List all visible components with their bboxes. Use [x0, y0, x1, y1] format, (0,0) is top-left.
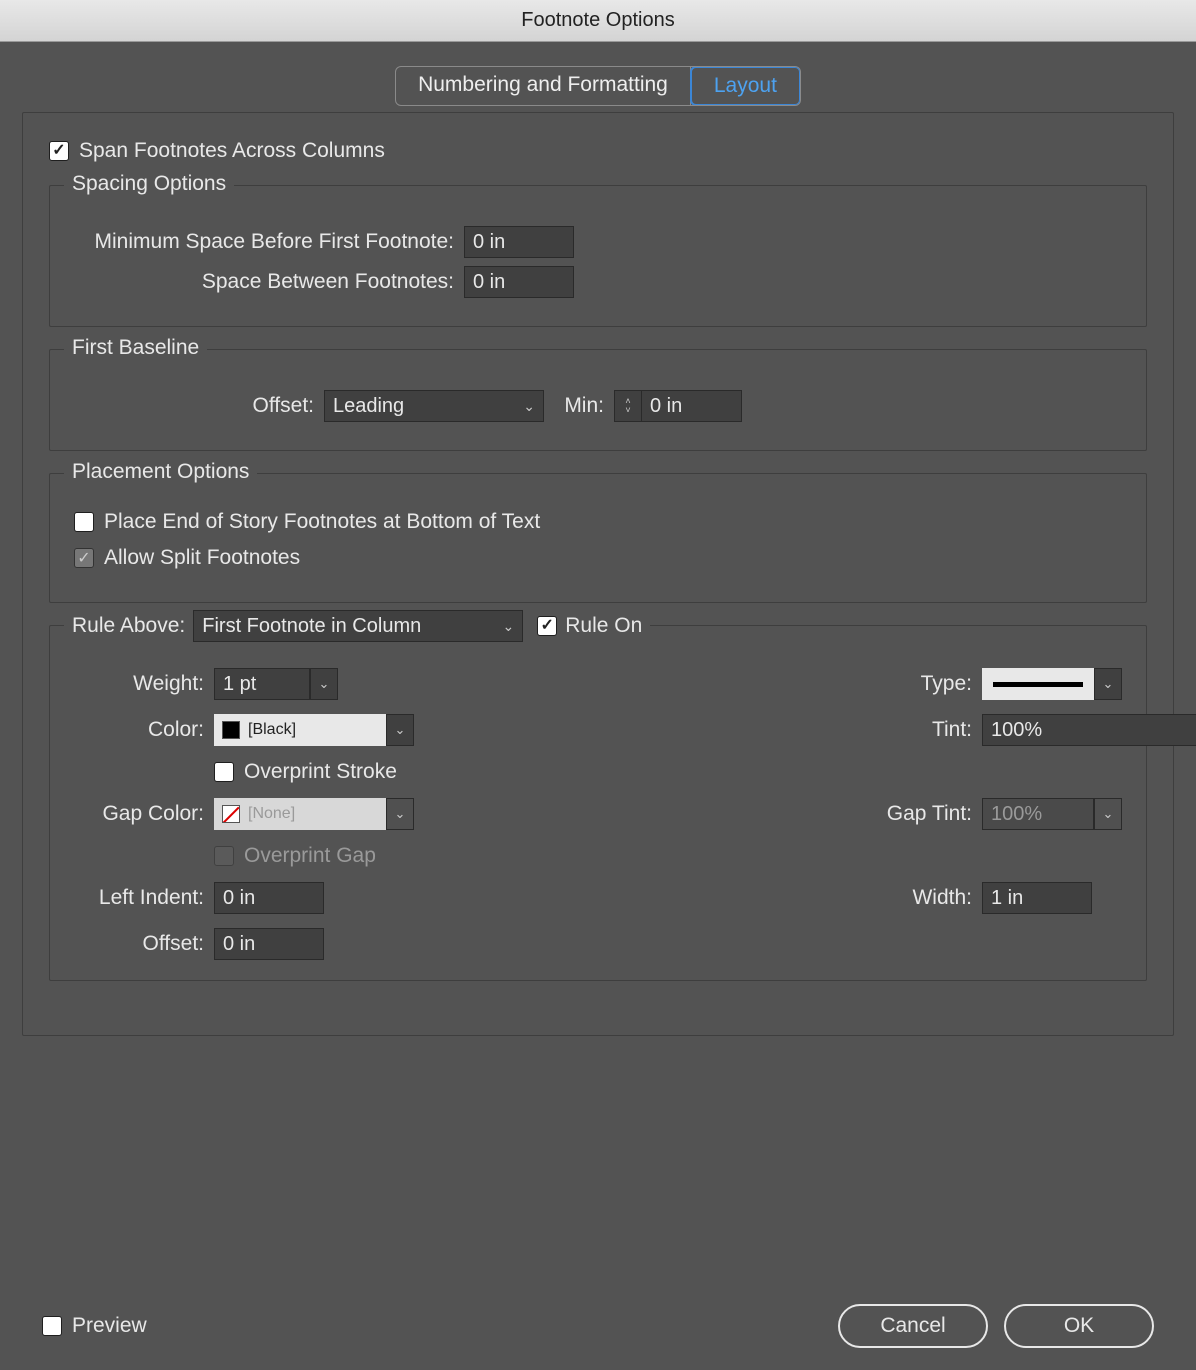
allow-split-label: Allow Split Footnotes	[104, 546, 300, 570]
rule-above-label: Rule Above:	[72, 614, 185, 638]
rule-above-select[interactable]: First Footnote in Column ⌄	[193, 610, 523, 642]
between-label: Space Between Footnotes:	[74, 270, 464, 294]
rule-offset-input[interactable]	[214, 928, 324, 960]
weight-label: Weight:	[74, 672, 214, 696]
overprint-stroke-checkbox[interactable]	[214, 762, 234, 782]
weight-dropdown[interactable]: ⌄	[310, 668, 338, 700]
gap-color-value: [None]	[248, 805, 295, 823]
spacing-group: Spacing Options Minimum Space Before Fir…	[49, 185, 1147, 327]
first-baseline-title: First Baseline	[64, 336, 207, 360]
dialog-body: Numbering and Formatting Layout Span Foo…	[0, 42, 1196, 1370]
color-dropdown[interactable]: ⌄	[386, 714, 414, 746]
overprint-gap-label: Overprint Gap	[244, 844, 376, 868]
min-before-input[interactable]	[464, 226, 574, 258]
end-of-story-label: Place End of Story Footnotes at Bottom o…	[104, 510, 540, 534]
preview-checkbox[interactable]	[42, 1316, 62, 1336]
first-baseline-group: First Baseline Offset: Leading ⌄ Min: ˄ …	[49, 349, 1147, 451]
tab-numbering[interactable]: Numbering and Formatting	[396, 67, 691, 105]
overprint-gap-checkbox	[214, 846, 234, 866]
width-input[interactable]	[982, 882, 1092, 914]
gap-color-label: Gap Color:	[74, 802, 214, 826]
rule-group: Rule Above: First Footnote in Column ⌄ R…	[49, 625, 1147, 981]
left-indent-input[interactable]	[214, 882, 324, 914]
rule-above-value: First Footnote in Column	[202, 615, 421, 638]
offset-select[interactable]: Leading ⌄	[324, 390, 544, 422]
min-input[interactable]	[642, 390, 742, 422]
ok-button[interactable]: OK	[1004, 1304, 1154, 1348]
gap-tint-dropdown: ⌄	[1094, 798, 1122, 830]
min-label: Min:	[544, 394, 614, 418]
tint-label: Tint:	[872, 718, 982, 742]
dialog-title: Footnote Options	[0, 0, 1196, 42]
rule-on-label: Rule On	[565, 614, 642, 638]
layout-panel: Span Footnotes Across Columns Spacing Op…	[22, 112, 1174, 1036]
tab-layout[interactable]: Layout	[690, 66, 801, 106]
chevron-down-icon: ⌄	[503, 618, 515, 635]
overprint-stroke-label: Overprint Stroke	[244, 760, 397, 784]
preview-label: Preview	[72, 1314, 147, 1338]
gap-color-swatch[interactable]: [None]	[214, 798, 386, 830]
gap-color-dropdown[interactable]: ⌄	[386, 798, 414, 830]
span-columns-label: Span Footnotes Across Columns	[79, 139, 385, 163]
weight-input[interactable]	[214, 668, 310, 700]
tabs: Numbering and Formatting Layout	[22, 66, 1174, 106]
type-swatch[interactable]	[982, 668, 1094, 700]
placement-group: Placement Options Place End of Story Foo…	[49, 473, 1147, 603]
chevron-down-icon: ⌄	[395, 806, 406, 822]
allow-split-checkbox[interactable]	[74, 548, 94, 568]
chevron-down-icon: ⌄	[1103, 806, 1114, 822]
type-label: Type:	[872, 672, 982, 696]
placement-title: Placement Options	[64, 460, 257, 484]
black-swatch-icon	[222, 721, 240, 739]
offset-label: Offset:	[74, 394, 324, 418]
chevron-down-icon: ⌄	[523, 398, 535, 415]
dialog-footer: Preview Cancel OK	[42, 1304, 1154, 1348]
spacing-title: Spacing Options	[64, 172, 234, 196]
chevron-down-icon: ⌄	[319, 676, 330, 692]
width-label: Width:	[872, 886, 982, 910]
gap-tint-label: Gap Tint:	[872, 802, 982, 826]
chevron-down-icon: ˅	[625, 406, 630, 415]
chevron-down-icon: ⌄	[395, 722, 406, 738]
tint-input[interactable]	[982, 714, 1196, 746]
min-stepper[interactable]: ˄ ˅	[614, 390, 642, 422]
min-before-label: Minimum Space Before First Footnote:	[74, 230, 464, 254]
gap-tint-input: 100%	[982, 798, 1094, 830]
color-swatch[interactable]: [Black]	[214, 714, 386, 746]
type-dropdown[interactable]: ⌄	[1094, 668, 1122, 700]
color-label: Color:	[74, 718, 214, 742]
end-of-story-checkbox[interactable]	[74, 512, 94, 532]
span-columns-checkbox[interactable]	[49, 141, 69, 161]
solid-line-icon	[993, 682, 1083, 687]
rule-on-checkbox[interactable]	[537, 616, 557, 636]
cancel-button[interactable]: Cancel	[838, 1304, 988, 1348]
color-value: [Black]	[248, 721, 296, 739]
rule-offset-label: Offset:	[74, 932, 214, 956]
left-indent-label: Left Indent:	[74, 886, 214, 910]
gap-tint-value: 100%	[991, 803, 1042, 826]
between-input[interactable]	[464, 266, 574, 298]
chevron-down-icon: ⌄	[1103, 676, 1114, 692]
offset-value: Leading	[333, 395, 404, 418]
none-swatch-icon	[222, 805, 240, 823]
